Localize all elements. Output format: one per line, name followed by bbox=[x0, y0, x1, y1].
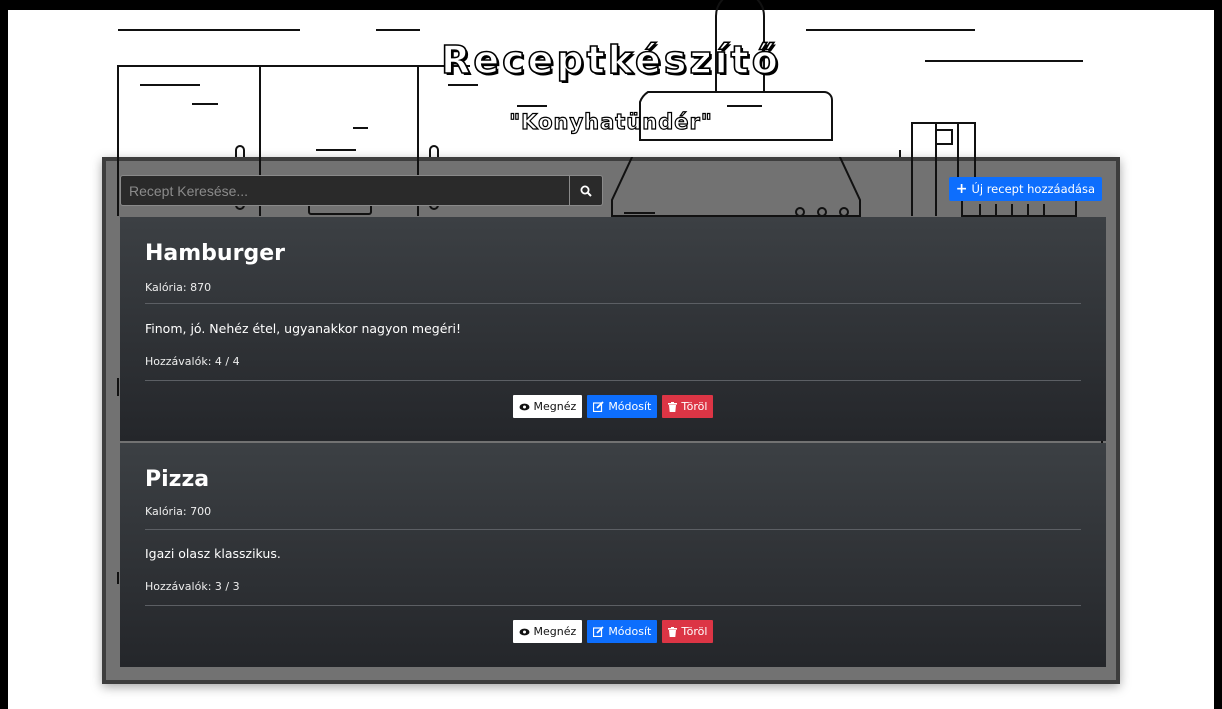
recipe-calories: Kalória: 700 bbox=[145, 505, 212, 518]
trash-icon bbox=[668, 626, 678, 637]
eye-icon bbox=[519, 403, 530, 410]
view-button[interactable]: Megnéz bbox=[512, 620, 583, 643]
search-input[interactable] bbox=[120, 175, 570, 206]
search-bar bbox=[120, 175, 603, 206]
recipe-calories: Kalória: 870 bbox=[145, 281, 212, 294]
divider bbox=[145, 380, 1081, 381]
delete-button[interactable]: Töröl bbox=[662, 395, 714, 418]
divider bbox=[145, 529, 1081, 530]
divider bbox=[145, 303, 1081, 304]
edit-label: Módosít bbox=[608, 400, 652, 413]
delete-button[interactable]: Töröl bbox=[662, 620, 714, 643]
recipe-ingredients: Hozzávalók: 3 / 3 bbox=[145, 580, 240, 593]
recipe-panel: + Új recept hozzáadása Hamburger Kalória… bbox=[102, 157, 1120, 684]
recipe-actions: Megnéz Módosít Töröl bbox=[120, 395, 1106, 418]
delete-label: Töröl bbox=[681, 625, 708, 638]
recipe-card: Pizza Kalória: 700 Igazi olasz klassziku… bbox=[120, 443, 1106, 667]
recipe-ingredients: Hozzávalók: 4 / 4 bbox=[145, 355, 240, 368]
edit-label: Módosít bbox=[608, 625, 652, 638]
add-recipe-label: Új recept hozzáadása bbox=[971, 182, 1095, 196]
view-label: Megnéz bbox=[533, 625, 577, 638]
edit-icon bbox=[593, 626, 604, 637]
recipe-description: Igazi olasz klasszikus. bbox=[145, 546, 281, 561]
search-icon bbox=[580, 185, 592, 197]
recipe-title: Pizza bbox=[145, 467, 210, 492]
delete-label: Töröl bbox=[681, 400, 708, 413]
view-label: Megnéz bbox=[533, 400, 577, 413]
app-title: Receptkészítő bbox=[440, 37, 781, 83]
recipe-actions: Megnéz Módosít Töröl bbox=[120, 620, 1106, 643]
trash-icon bbox=[668, 401, 678, 412]
edit-icon bbox=[593, 401, 604, 412]
add-recipe-button[interactable]: + Új recept hozzáadása bbox=[948, 177, 1102, 201]
eye-icon bbox=[519, 628, 530, 635]
view-button[interactable]: Megnéz bbox=[512, 395, 583, 418]
app-subtitle: "Konyhatündér" bbox=[509, 109, 713, 134]
edit-button[interactable]: Módosít bbox=[587, 620, 658, 643]
recipe-title: Hamburger bbox=[145, 241, 285, 266]
edit-button[interactable]: Módosít bbox=[587, 395, 658, 418]
divider bbox=[145, 605, 1081, 606]
plus-icon: + bbox=[955, 181, 968, 197]
recipe-description: Finom, jó. Nehéz étel, ugyanakkor nagyon… bbox=[145, 321, 462, 336]
recipe-card: Hamburger Kalória: 870 Finom, jó. Nehéz … bbox=[120, 217, 1106, 441]
search-button[interactable] bbox=[570, 175, 603, 206]
